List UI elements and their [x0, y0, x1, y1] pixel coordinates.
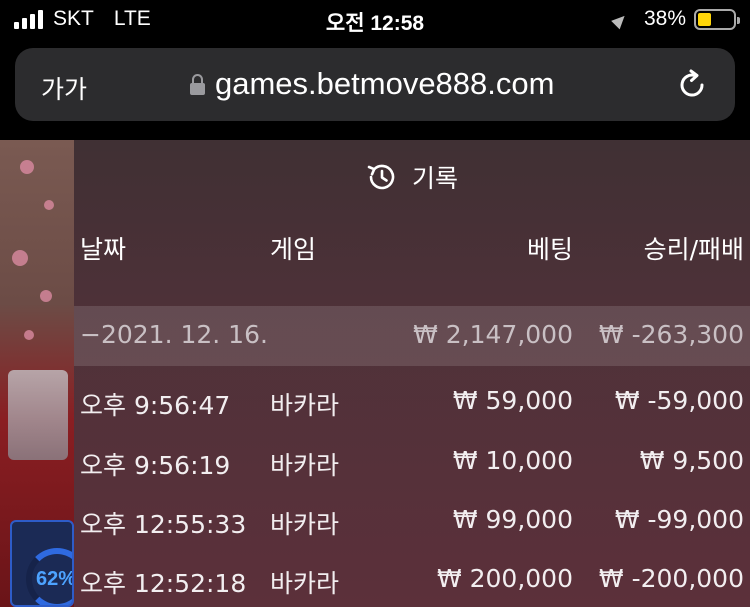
- progress-percent: 62%: [36, 568, 74, 590]
- row-bet: ₩ 200,000: [436, 564, 573, 593]
- row-game: 바카라: [270, 451, 340, 480]
- row-time: 오후 12:55:33: [80, 510, 247, 539]
- battery-percent: 38%: [643, 7, 686, 30]
- row-result: ₩ 9,500: [639, 446, 744, 475]
- row-result: ₩ -99,000: [614, 505, 744, 534]
- history-panel: 기록 날짜 게임 베팅 승리/패배 −2021. 12. 16. ₩ 2,147…: [74, 140, 750, 607]
- row-game: 바카라: [270, 569, 340, 598]
- history-icon: [367, 164, 395, 190]
- history-title: 기록: [411, 164, 458, 193]
- column-header-game: 게임: [270, 235, 317, 264]
- card-shoe: [8, 370, 68, 460]
- table-row[interactable]: 오후 12:55:33 바카라 ₩ 99,000 ₩ -99,000: [74, 491, 750, 551]
- summary-date: −2021. 12. 16.: [80, 320, 268, 349]
- location-arrow-icon: [611, 11, 629, 29]
- status-bar: SKT LTE 오전 12:58 38%: [0, 0, 750, 40]
- row-bet: ₩ 99,000: [452, 505, 573, 534]
- row-bet: ₩ 59,000: [452, 386, 573, 415]
- column-header-date: 날짜: [80, 235, 127, 264]
- row-time: 오후 9:56:47: [80, 391, 231, 420]
- url-text[interactable]: games.betmove888.com: [215, 66, 554, 102]
- round-progress-indicator: 62%: [10, 520, 74, 607]
- row-time: 오후 9:56:19: [80, 451, 231, 480]
- text-size-button[interactable]: 가가: [41, 70, 87, 106]
- table-row[interactable]: 오후 12:52:18 바카라 ₩ 200,000 ₩ -200,000: [74, 550, 750, 607]
- row-game: 바카라: [270, 391, 340, 420]
- address-bar[interactable]: 가가 games.betmove888.com: [15, 48, 735, 121]
- lock-icon: [190, 74, 205, 95]
- row-game: 바카라: [270, 510, 340, 539]
- reload-icon[interactable]: [675, 68, 709, 102]
- browser-toolbar: 가가 games.betmove888.com: [0, 40, 750, 140]
- battery-fill: [698, 12, 711, 26]
- date-summary-row[interactable]: −2021. 12. 16. ₩ 2,147,000 ₩ -263,300: [74, 306, 750, 366]
- row-result: ₩ -200,000: [598, 564, 744, 593]
- summary-result-total: ₩ -263,300: [598, 320, 744, 349]
- table-row[interactable]: 오후 9:56:19 바카라 ₩ 10,000 ₩ 9,500: [74, 432, 750, 492]
- summary-bet-total: ₩ 2,147,000: [413, 320, 573, 349]
- row-time: 오후 12:52:18: [80, 569, 247, 598]
- column-header-result: 승리/패배: [643, 235, 744, 264]
- row-result: ₩ -59,000: [614, 386, 744, 415]
- history-header: 기록: [74, 140, 750, 214]
- column-header-bet: 베팅: [526, 235, 573, 264]
- battery-icon: [694, 8, 740, 30]
- status-right: 38%: [611, 7, 740, 31]
- row-bet: ₩ 10,000: [452, 446, 573, 475]
- table-row[interactable]: 오후 9:56:47 바카라 ₩ 59,000 ₩ -59,000: [74, 372, 750, 432]
